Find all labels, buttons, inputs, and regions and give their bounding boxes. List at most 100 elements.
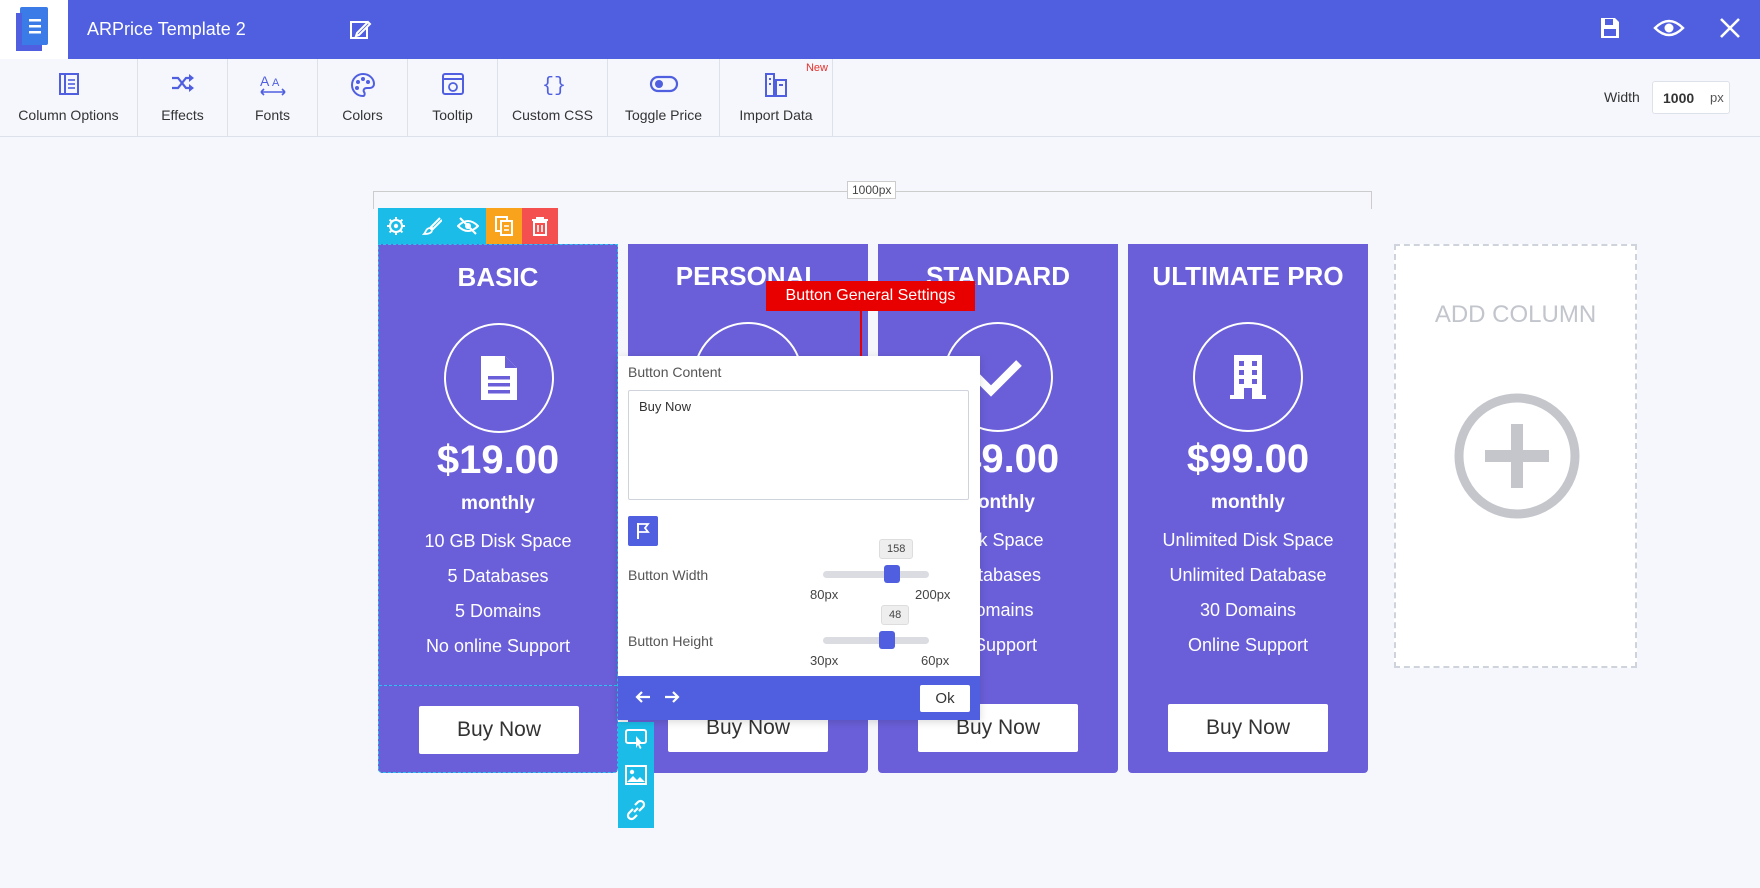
column-title[interactable]: ULTIMATE PRO xyxy=(1128,261,1368,292)
button-content-label: Button Content xyxy=(628,364,722,380)
buy-now-button[interactable]: Buy Now xyxy=(1168,704,1328,752)
fonts-icon: A A xyxy=(260,73,286,96)
button-width-slider-handle[interactable] xyxy=(883,565,900,583)
plus-circle-icon[interactable] xyxy=(1453,392,1581,520)
column-hide-button[interactable] xyxy=(450,208,486,244)
column-feature[interactable]: 5 Domains xyxy=(379,601,617,622)
column-action-toolbar xyxy=(378,208,558,244)
button-settings-tool[interactable] xyxy=(618,722,654,756)
column-period[interactable]: monthly xyxy=(1128,492,1368,514)
gear-icon xyxy=(387,217,405,235)
toggle-icon xyxy=(649,75,678,93)
button-link-tool[interactable] xyxy=(618,793,654,827)
tool-colors[interactable]: Colors xyxy=(318,59,408,137)
button-click-icon xyxy=(625,729,647,749)
column-icon-circle[interactable] xyxy=(1193,322,1303,432)
ok-button[interactable]: Ok xyxy=(920,685,970,712)
brush-icon xyxy=(422,217,442,235)
tool-label: Custom CSS xyxy=(512,107,593,123)
button-height-slider[interactable] xyxy=(823,637,929,644)
width-value[interactable]: 1000 xyxy=(1663,90,1694,106)
trash-icon xyxy=(532,217,548,236)
width-input[interactable]: 1000 px xyxy=(1652,81,1730,114)
width-label: Width xyxy=(1604,89,1640,105)
copy-icon xyxy=(495,216,513,236)
tool-import-data[interactable]: New Import Data xyxy=(720,59,833,137)
top-bar: ARPrice Template 2 xyxy=(0,0,1760,59)
import-data-icon xyxy=(765,73,787,97)
column-button-area: Buy Now xyxy=(379,685,617,774)
eye-off-icon xyxy=(457,217,479,235)
link-icon xyxy=(626,799,646,821)
flag-icon xyxy=(637,523,650,539)
new-badge: New xyxy=(805,62,828,74)
add-column-placeholder[interactable]: ADD COLUMN xyxy=(1394,244,1637,668)
app-logo xyxy=(0,0,68,59)
svg-text:A: A xyxy=(260,73,270,89)
close-icon[interactable] xyxy=(1718,16,1742,40)
pricing-column-basic[interactable]: BASIC $19.00 monthly 10 GB Disk Space 5 … xyxy=(378,244,618,773)
flag-button[interactable] xyxy=(628,516,658,546)
arrow-right-icon[interactable] xyxy=(663,689,681,705)
column-feature[interactable]: 5 Databases xyxy=(379,566,617,587)
column-price[interactable]: $99.00 xyxy=(1128,437,1368,482)
column-button-area: Buy Now xyxy=(1128,684,1368,773)
palette-icon xyxy=(350,72,375,98)
tool-column-options[interactable]: Column Options xyxy=(0,59,138,137)
button-width-slider[interactable] xyxy=(823,571,929,578)
edit-title-icon[interactable] xyxy=(348,18,372,42)
popup-footer: Ok xyxy=(618,676,980,720)
tooltip-icon xyxy=(441,73,464,95)
column-title[interactable]: BASIC xyxy=(379,262,617,293)
button-settings-popup: Button Content Buy Now Button Width 158 … xyxy=(618,356,980,720)
column-options-icon xyxy=(58,73,79,95)
tool-toggle-price[interactable]: Toggle Price xyxy=(608,59,720,137)
button-height-value: 48 xyxy=(881,605,910,625)
column-settings-button[interactable] xyxy=(378,208,414,244)
column-feature[interactable]: Unlimited Database xyxy=(1128,565,1368,586)
tool-custom-css[interactable]: {} Custom CSS xyxy=(498,59,608,137)
width-unit: px xyxy=(1710,90,1724,105)
tool-label: Import Data xyxy=(739,107,813,123)
button-width-max: 200px xyxy=(915,587,951,602)
building-icon xyxy=(1230,355,1266,399)
column-duplicate-button[interactable] xyxy=(486,208,522,244)
button-width-value: 158 xyxy=(879,539,914,559)
settings-tooltip: Button General Settings xyxy=(766,281,975,311)
image-icon xyxy=(625,765,647,785)
shuffle-icon xyxy=(171,74,194,92)
button-height-min: 30px xyxy=(810,653,839,668)
column-feature[interactable]: 10 GB Disk Space xyxy=(379,531,617,552)
column-period[interactable]: monthly xyxy=(379,493,617,515)
buy-now-button[interactable]: Buy Now xyxy=(419,706,579,754)
column-feature[interactable]: 30 Domains xyxy=(1128,600,1368,621)
tool-fonts[interactable]: A A Fonts xyxy=(228,59,318,137)
pricing-column-ultimate-pro[interactable]: ULTIMATE PRO $99.00 monthly Unlimited Di… xyxy=(1128,244,1368,773)
arrow-left-icon[interactable] xyxy=(634,689,652,705)
check-icon xyxy=(974,360,1022,397)
ruler-label: 1000px xyxy=(847,181,897,199)
button-content-input[interactable]: Buy Now xyxy=(628,390,969,500)
button-image-tool[interactable] xyxy=(618,758,654,792)
preview-eye-icon[interactable] xyxy=(1653,16,1685,40)
tool-tooltip[interactable]: Tooltip xyxy=(408,59,498,137)
add-column-label: ADD COLUMN xyxy=(1434,301,1597,328)
button-height-label: Button Height xyxy=(628,633,713,649)
document-icon xyxy=(481,356,517,400)
tool-effects[interactable]: Effects xyxy=(138,59,228,137)
app-title: ARPrice Template 2 xyxy=(87,19,246,39)
column-delete-button[interactable] xyxy=(522,208,558,244)
column-feature[interactable]: No online Support xyxy=(379,636,617,657)
column-price[interactable]: $19.00 xyxy=(379,438,617,483)
arprice-logo-icon xyxy=(16,7,48,51)
column-feature[interactable]: Online Support xyxy=(1128,635,1368,656)
button-width-min: 80px xyxy=(810,587,839,602)
column-feature[interactable]: Unlimited Disk Space xyxy=(1128,530,1368,551)
tool-label: Tooltip xyxy=(432,107,473,123)
save-icon[interactable] xyxy=(1598,16,1622,40)
button-height-slider-handle[interactable] xyxy=(878,631,895,649)
column-icon-circle[interactable] xyxy=(444,323,554,433)
braces-icon: {} xyxy=(542,75,564,96)
column-style-button[interactable] xyxy=(414,208,450,244)
tool-label: Toggle Price xyxy=(624,107,703,123)
